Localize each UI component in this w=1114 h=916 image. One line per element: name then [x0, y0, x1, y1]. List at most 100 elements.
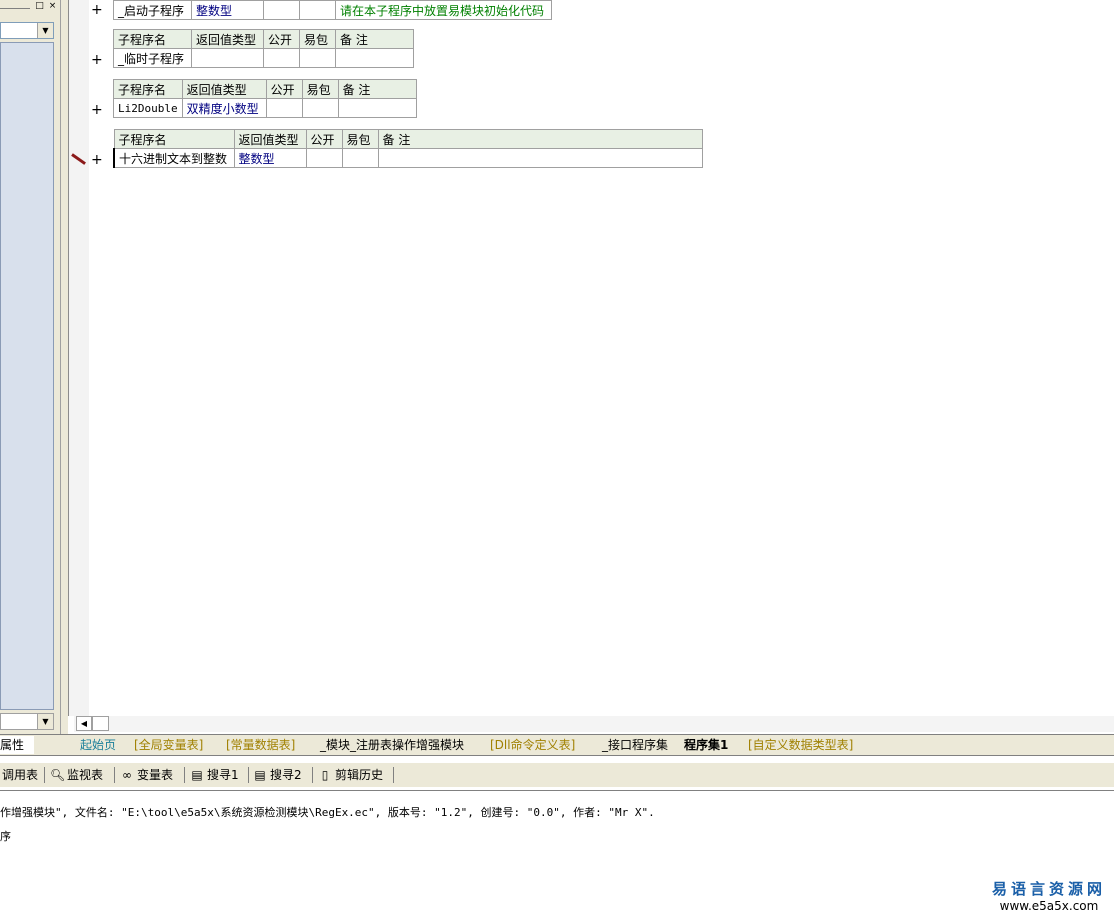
procedure-table-hex-to-int: 子程序名 返回值类型 公开 易包 备 注 十六进制文本到整数 整数型 — [113, 129, 703, 168]
remark-cell[interactable]: 请在本子程序中放置易模块初始化代码 — [335, 0, 552, 20]
public-cell[interactable] — [263, 0, 300, 20]
left-tree-view[interactable] — [0, 42, 54, 710]
remark-cell[interactable] — [337, 98, 417, 118]
toolbar-separator — [248, 767, 249, 783]
header-remark: 备 注 — [337, 79, 417, 99]
panel-splitter[interactable] — [61, 0, 68, 735]
search1-label: 搜寻1 — [207, 768, 239, 782]
chevron-down-icon[interactable]: ▼ — [37, 714, 53, 729]
procedure-table-temp: 子程序名 返回值类型 公开 易包 备 注 _临时子程序 — [113, 29, 414, 68]
watermark-url: www.e5a5x.com — [999, 899, 1099, 913]
table-header-row: 子程序名 返回值类型 公开 易包 备 注 — [113, 129, 703, 149]
left-combo-select[interactable]: ▼ — [0, 22, 54, 39]
toolbar-separator — [312, 767, 313, 783]
toolbar-separator — [44, 767, 45, 783]
remark-cell[interactable] — [377, 148, 703, 168]
return-type-cell[interactable] — [191, 48, 264, 68]
watch-table-button[interactable]: 🔍︎ 监视表 — [50, 767, 103, 783]
var-table-button[interactable]: ∞ 变量表 — [120, 767, 173, 783]
watermark-name: 易语言资源网 — [991, 880, 1106, 898]
clipboard-icon: ▯ — [321, 768, 329, 782]
binoculars-icon: ∞ — [122, 768, 132, 782]
header-procedure-name: 子程序名 — [113, 79, 183, 99]
header-remark: 备 注 — [335, 29, 414, 49]
table-header-row: 子程序名 返回值类型 公开 易包 备 注 — [113, 29, 414, 49]
tab-custom-types[interactable]: [自定义数据类型表] — [748, 736, 853, 754]
search-icon: 🔍︎ — [50, 768, 66, 782]
header-return-type: 返回值类型 — [191, 29, 264, 49]
output-panel[interactable]: 作增强模块", 文件名: "E:\tool\e5a5x\系统资源检测模块\Reg… — [0, 790, 1114, 916]
watch-table-label: 监视表 — [67, 768, 104, 782]
horizontal-scrollbar[interactable]: ◀ — [74, 716, 1114, 732]
tab-start-page[interactable]: 起始页 — [80, 736, 116, 754]
expand-icon[interactable]: + — [91, 103, 103, 117]
output-line: 作增强模块", 文件名: "E:\tool\e5a5x\系统资源检测模块\Reg… — [0, 806, 655, 819]
search2-label: 搜寻2 — [270, 768, 302, 782]
tab-interface-set[interactable]: _接口程序集 — [602, 736, 668, 754]
epack-cell[interactable] — [301, 98, 339, 118]
tab-global-vars[interactable]: [全局变量表] — [134, 736, 203, 754]
tab-dll-commands[interactable]: [Dll命令定义表] — [490, 736, 575, 754]
expand-icon[interactable]: + — [91, 3, 103, 17]
header-remark: 备 注 — [377, 129, 703, 149]
header-epack: 易包 — [301, 79, 339, 99]
procedure-name-cell[interactable]: 十六进制文本到整数 — [113, 148, 235, 168]
tab-module[interactable]: _模块_注册表操作增强模块 — [320, 736, 464, 754]
clipboard-history-label: 剪辑历史 — [335, 768, 384, 782]
var-table-label: 变量表 — [137, 768, 174, 782]
table-header-row: 子程序名 返回值类型 公开 易包 备 注 — [113, 79, 417, 99]
site-watermark: 易语言资源网 www.e5a5x.com — [992, 878, 1106, 913]
header-epack: 易包 — [341, 129, 379, 149]
return-type-cell[interactable]: 整数型 — [233, 148, 307, 168]
output-line: 序 — [0, 830, 11, 843]
pin-icon[interactable]: □ — [34, 1, 45, 12]
tab-program-set-1[interactable]: 程序集1 — [684, 736, 728, 754]
header-public: 公开 — [265, 79, 303, 99]
expand-icon[interactable]: + — [91, 153, 103, 167]
header-return-type: 返回值类型 — [181, 79, 267, 99]
search1-button[interactable]: ▤ 搜寻1 — [190, 767, 239, 783]
public-cell[interactable] — [263, 48, 300, 68]
toolbar-separator — [184, 767, 185, 783]
chevron-down-icon[interactable]: ▼ — [37, 23, 53, 38]
call-table-button[interactable]: 调用表 — [2, 767, 38, 783]
epack-cell[interactable] — [341, 148, 379, 168]
public-cell[interactable] — [265, 98, 303, 118]
procedure-name-cell[interactable]: _启动子程序 — [113, 0, 192, 20]
procedure-name-cell[interactable]: Li2Double — [113, 98, 183, 118]
left-panel: □ × ▼ ▼ — [0, 0, 61, 735]
left-bottom-select[interactable]: ▼ — [0, 713, 54, 730]
table-row: Li2Double 双精度小数型 — [113, 98, 417, 118]
header-public: 公开 — [305, 129, 343, 149]
procedure-table-startup: _启动子程序 整数型 请在本子程序中放置易模块初始化代码 — [113, 0, 552, 20]
epack-cell[interactable] — [299, 48, 336, 68]
epack-cell[interactable] — [299, 0, 336, 20]
toolbar-separator — [114, 767, 115, 783]
remark-cell[interactable] — [335, 48, 414, 68]
tab-properties[interactable]: 属性 — [0, 736, 34, 754]
header-epack: 易包 — [299, 29, 336, 49]
bottom-toolbar: 调用表 🔍︎ 监视表 ∞ 变量表 ▤ 搜寻1 ▤ 搜寻2 ▯ 剪辑历史 — [0, 763, 1114, 787]
header-public: 公开 — [263, 29, 300, 49]
procedure-name-cell[interactable]: _临时子程序 — [113, 48, 192, 68]
toolbar-separator — [393, 767, 394, 783]
find-icon: ▤ — [191, 768, 203, 782]
code-gutter — [68, 0, 90, 716]
return-type-cell[interactable]: 整数型 — [191, 0, 264, 20]
table-row: 十六进制文本到整数 整数型 — [113, 148, 703, 168]
return-type-cell[interactable]: 双精度小数型 — [181, 98, 267, 118]
header-return-type: 返回值类型 — [233, 129, 307, 149]
scroll-left-icon[interactable]: ◀ — [76, 716, 92, 731]
tab-constants[interactable]: [常量数据表] — [226, 736, 295, 754]
expand-icon[interactable]: + — [91, 53, 103, 67]
header-procedure-name: 子程序名 — [113, 29, 192, 49]
close-icon[interactable]: × — [47, 1, 58, 12]
header-procedure-name: 子程序名 — [113, 129, 235, 149]
call-table-label: 调用表 — [2, 768, 39, 782]
scroll-thumb[interactable] — [92, 716, 109, 731]
search2-button[interactable]: ▤ 搜寻2 — [253, 767, 302, 783]
clipboard-history-button[interactable]: ▯ 剪辑历史 — [318, 767, 383, 783]
public-cell[interactable] — [305, 148, 343, 168]
procedure-table-li2double: 子程序名 返回值类型 公开 易包 备 注 Li2Double 双精度小数型 — [113, 79, 417, 118]
find-icon: ▤ — [254, 768, 266, 782]
